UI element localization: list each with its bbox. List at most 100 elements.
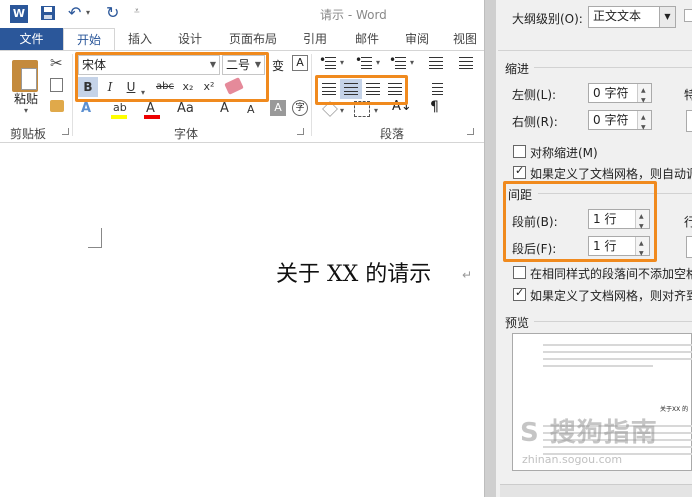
phonetic-guide-button[interactable]: 变	[272, 57, 284, 74]
right-indent-value: 0 字符	[593, 113, 629, 127]
decrease-indent-icon	[429, 57, 443, 69]
tab-insert[interactable]: 插入	[118, 28, 162, 50]
shrink-font-button[interactable]: A	[247, 103, 255, 116]
cut-icon[interactable]: ✂	[50, 54, 63, 72]
clipboard-launcher-icon[interactable]	[62, 128, 69, 135]
tab-design[interactable]: 设计	[166, 28, 214, 50]
enclose-characters-button[interactable]: 字	[292, 100, 308, 116]
bullets-icon	[325, 57, 336, 69]
chevron-down-icon[interactable]: ▼	[659, 7, 675, 27]
watermark-text: S 搜狗指南	[520, 418, 658, 448]
text-effect-button[interactable]: A	[81, 101, 91, 116]
tab-file[interactable]: 文件	[0, 28, 63, 50]
group-label-clipboard: 剪贴板	[10, 127, 47, 141]
grid-indent-label: 如果定义了文档网格，则自动调	[530, 167, 692, 181]
font-launcher-icon[interactable]	[297, 128, 304, 135]
grow-font-button[interactable]: A	[220, 101, 229, 116]
section-divider	[534, 321, 692, 322]
window-title: 请示 - Word	[320, 8, 387, 22]
document-page[interactable]	[0, 144, 484, 497]
grid-indent-checkbox[interactable]	[513, 164, 526, 179]
tab-page-layout[interactable]: 页面布局	[222, 28, 284, 50]
special-indent-label: 特	[684, 88, 692, 102]
no-space-same-style-checkbox[interactable]	[513, 266, 526, 279]
grid-align-label: 如果定义了文档网格，则对齐到	[530, 289, 692, 303]
copy-icon[interactable]	[50, 78, 63, 92]
title-bar: W ↶ ▾ ↻ ⩡ 请示 - Word	[0, 0, 484, 28]
multilevel-list-button[interactable]	[388, 53, 410, 73]
font-color-bar	[144, 115, 160, 119]
outline-level-value: 正文文本	[593, 9, 642, 23]
font-color-button[interactable]: A	[146, 101, 155, 116]
character-shading-button[interactable]: A	[270, 100, 286, 116]
undo-icon[interactable]: ↶	[68, 3, 81, 22]
redo-icon[interactable]: ↻	[106, 3, 119, 22]
section-divider	[534, 67, 692, 68]
preview-line	[543, 351, 692, 353]
left-indent-input[interactable]: 0 字符	[588, 82, 652, 110]
paste-dropdown-icon[interactable]: ▾	[24, 106, 28, 115]
group-separator	[72, 54, 73, 136]
preview-line	[543, 344, 692, 346]
annotation-box-spacing	[503, 181, 657, 262]
right-indent-input[interactable]: 0 字符	[588, 109, 652, 137]
group-label-font: 字体	[174, 127, 199, 141]
shading-dropdown-icon[interactable]: ▾	[340, 106, 344, 115]
tab-mailings[interactable]: 邮件	[346, 28, 388, 50]
multilevel-list-icon	[395, 57, 406, 69]
paragraph-mark: ↵	[462, 268, 473, 282]
grid-align-checkbox[interactable]	[513, 286, 526, 301]
character-border-button[interactable]: A	[292, 55, 308, 71]
bullets-dropdown-icon[interactable]: ▾	[340, 58, 344, 67]
tab-home[interactable]: 开始	[63, 28, 115, 51]
group-label-paragraph: 段落	[380, 127, 405, 141]
customize-toolbar-icon[interactable]: ⩡	[134, 6, 140, 17]
paragraph-preview	[512, 333, 692, 471]
decrease-indent-button[interactable]	[425, 53, 447, 73]
line-spacing-select[interactable]	[686, 236, 692, 258]
special-indent-select[interactable]	[686, 110, 692, 132]
increase-indent-button[interactable]	[455, 53, 477, 73]
line-spacing-label: 行	[684, 215, 692, 229]
watermark-url: zhinan.sogou.com	[522, 453, 623, 466]
document-title-text[interactable]: 关于 XX 的请示	[276, 256, 431, 288]
preview-sample-text: 关于XX 的	[660, 406, 689, 413]
bullets-button[interactable]	[318, 53, 340, 73]
multilevel-dropdown-icon[interactable]: ▾	[410, 58, 414, 67]
preview-line	[543, 365, 653, 367]
highlight-button[interactable]: ab	[113, 101, 127, 114]
spinner-icon[interactable]	[637, 109, 651, 137]
paste-icon[interactable]	[12, 60, 38, 92]
numbering-dropdown-icon[interactable]: ▾	[376, 58, 380, 67]
margin-corner-mark	[88, 228, 102, 248]
left-indent-value: 0 字符	[593, 86, 629, 100]
left-indent-label: 左侧(L):	[512, 88, 557, 102]
numbering-button[interactable]	[354, 53, 376, 73]
change-case-button[interactable]: Aa	[177, 101, 194, 116]
outline-level-label: 大纲级别(O):	[512, 12, 583, 26]
section-divider	[498, 50, 692, 51]
paste-button-label[interactable]: 粘贴	[14, 90, 38, 107]
preview-section-title: 预览	[505, 316, 530, 330]
tab-review[interactable]: 审阅	[396, 28, 438, 50]
spinner-icon[interactable]	[637, 82, 651, 110]
indent-section-title: 缩进	[505, 62, 530, 76]
collapse-checkbox[interactable]	[684, 9, 692, 22]
mirror-indent-checkbox[interactable]	[513, 145, 526, 158]
outline-level-select[interactable]: 正文文本 ▼	[588, 6, 676, 28]
numbering-icon	[361, 57, 372, 69]
save-icon[interactable]	[40, 5, 58, 23]
tab-view[interactable]: 视图	[446, 28, 484, 50]
word-logo-icon: W	[10, 5, 28, 23]
tab-references[interactable]: 引用	[294, 28, 336, 50]
paragraph-launcher-icon[interactable]	[467, 128, 474, 135]
annotation-box-font	[75, 52, 269, 102]
mirror-indent-label: 对称缩进(M)	[530, 146, 598, 160]
borders-dropdown-icon[interactable]: ▾	[374, 106, 378, 115]
undo-dropdown-icon[interactable]: ▾	[86, 8, 90, 17]
format-painter-icon[interactable]	[50, 100, 64, 112]
line-spacing-button[interactable]	[425, 79, 447, 99]
show-marks-button[interactable]: ¶	[430, 99, 439, 115]
right-indent-label: 右侧(R):	[512, 115, 558, 129]
annotation-box-alignment	[315, 75, 408, 105]
